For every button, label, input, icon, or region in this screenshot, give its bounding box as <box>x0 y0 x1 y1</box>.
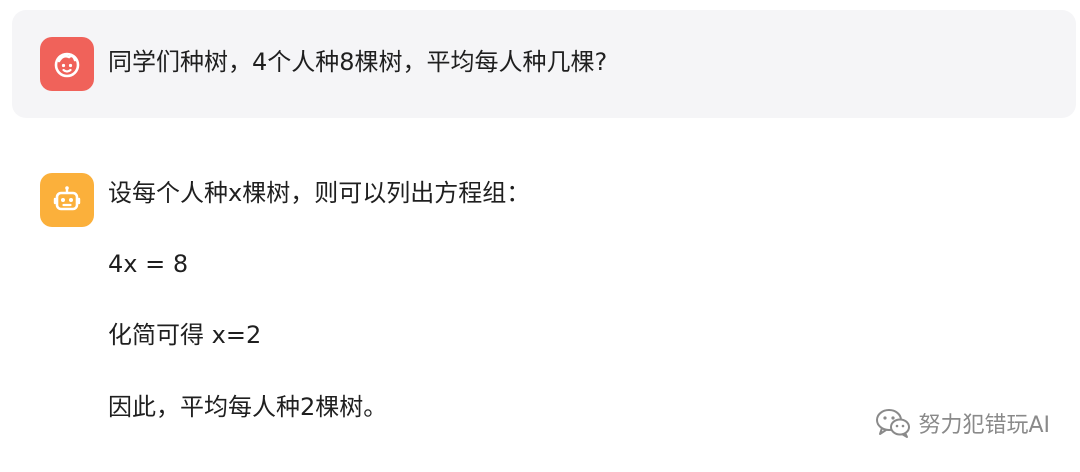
bot-line: 因此，平均每人种2棵树。 <box>108 393 388 421</box>
user-message: 同学们种树，4个人种8棵树，平均每人种几棵? <box>12 10 1076 118</box>
smiling-face-icon <box>54 52 80 78</box>
bot-line: 4x = 8 <box>108 250 189 278</box>
bot-avatar <box>40 173 94 227</box>
user-avatar <box>40 37 94 91</box>
watermark-text: 努力犯错玩AI <box>918 413 1050 438</box>
wechat-icon <box>876 409 911 438</box>
robot-icon <box>53 186 81 211</box>
bot-line: 设每个人种x棵树，则可以列出方程组： <box>108 179 531 207</box>
bot-line: 化简可得 x=2 <box>108 321 262 349</box>
watermark: 努力犯错玩AI <box>874 406 1050 440</box>
user-message-text: 同学们种树，4个人种8棵树，平均每人种几棵? <box>108 48 608 76</box>
